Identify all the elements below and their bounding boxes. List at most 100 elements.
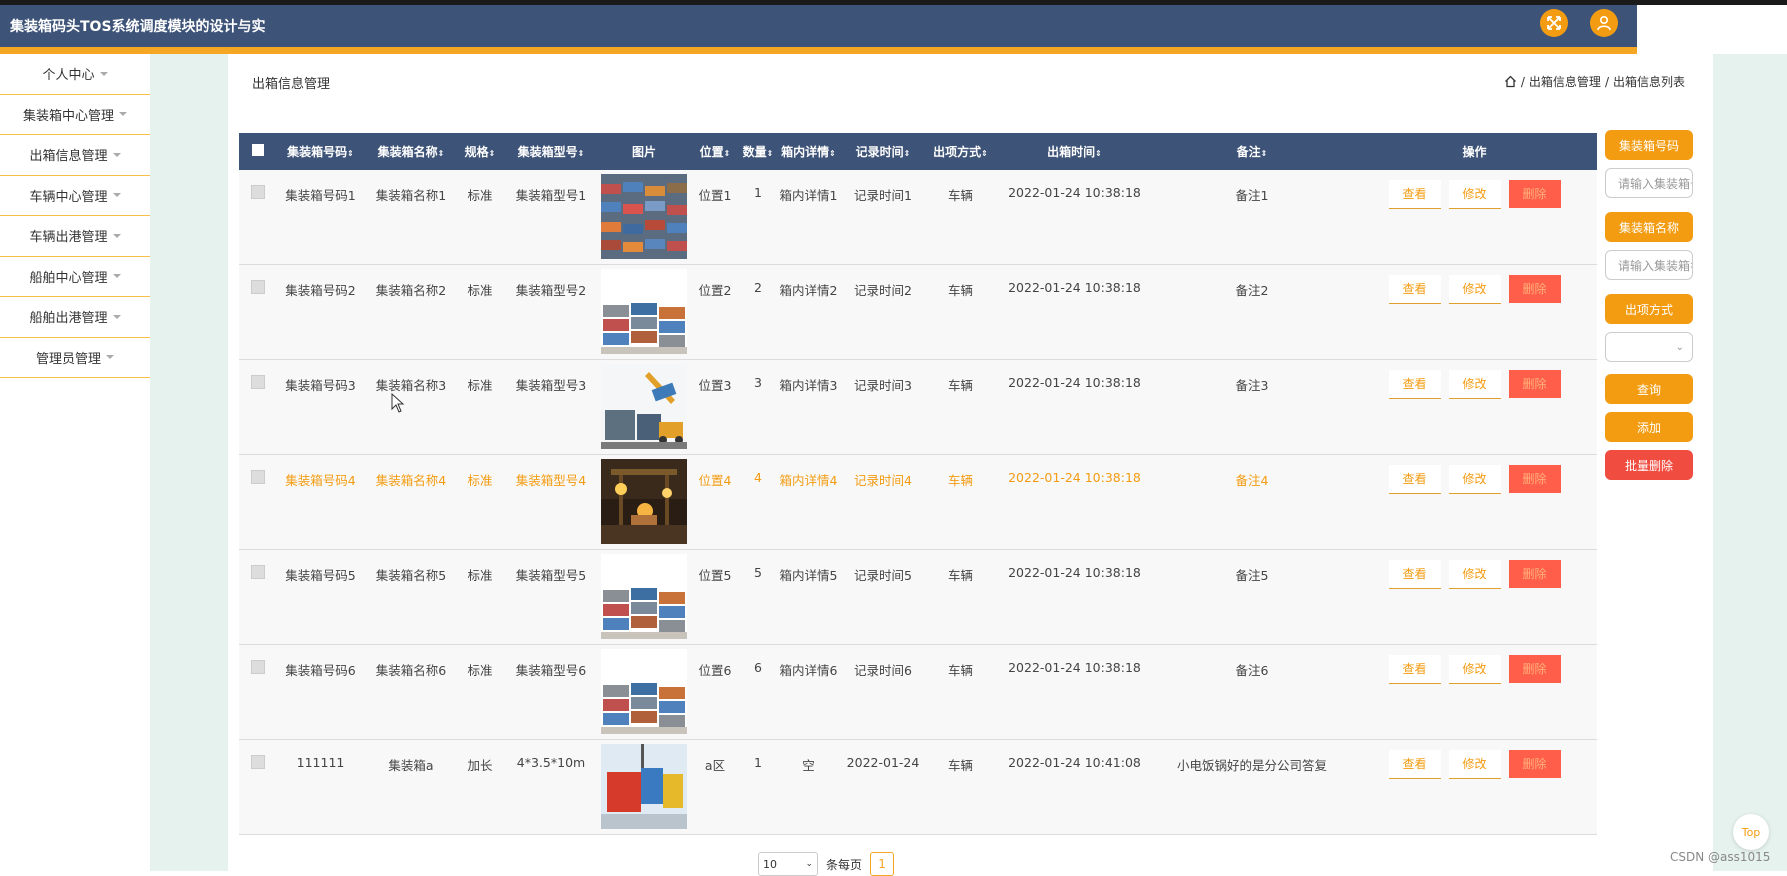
method-select[interactable]: ⌄ <box>1605 332 1693 362</box>
cell-text: a区 <box>704 758 726 773</box>
delete-button[interactable]: 删除 <box>1508 465 1561 493</box>
view-button[interactable]: 查看 <box>1388 465 1441 494</box>
cell-detail: 空 <box>775 739 842 835</box>
edit-button[interactable]: 修改 <box>1448 370 1501 399</box>
cell-out-time: 2022-01-24 10:38:18 <box>997 359 1152 455</box>
row-checkbox[interactable] <box>250 565 265 579</box>
col-header-type[interactable]: 集装箱型号⇕ <box>503 133 599 170</box>
breadcrumb-level1[interactable]: 出箱信息管理 <box>1529 73 1601 90</box>
code-filter-label: 集装箱号码 <box>1605 130 1693 160</box>
select-all-checkbox[interactable] <box>239 133 276 170</box>
delete-button[interactable]: 删除 <box>1508 655 1561 683</box>
col-header-detail[interactable]: 箱内详情⇕ <box>775 133 842 170</box>
cell-image <box>599 264 689 360</box>
page-size-select[interactable]: 10 ⌄ <box>758 852 818 876</box>
method-filter-label: 出项方式 <box>1605 294 1693 324</box>
cell-method: 车辆 <box>924 359 997 455</box>
edit-button[interactable]: 修改 <box>1448 180 1501 209</box>
cell-ops: 查看 修改 删除 <box>1352 549 1597 645</box>
mouse-cursor-icon <box>391 393 405 413</box>
batch-delete-button[interactable]: 批量删除 <box>1605 450 1693 480</box>
col-header-position[interactable]: 位置⇕ <box>689 133 741 170</box>
user-menu-button[interactable] <box>1590 9 1618 37</box>
page-number-current[interactable]: 1 <box>870 852 895 876</box>
cell-type: 集装箱型号2 <box>503 264 599 360</box>
col-header-code[interactable]: 集装箱号码⇕ <box>276 133 365 170</box>
table-row: 集装箱号码2 集装箱名称2 标准 集装箱型号2 位置2 2 箱内详情2 记录时间2 车辆 2022… <box>239 264 1597 360</box>
view-button[interactable]: 查看 <box>1388 370 1441 399</box>
cell-remark: 备注1 <box>1152 170 1352 265</box>
cell-text: 2 <box>754 280 762 295</box>
row-checkbox[interactable] <box>250 185 265 199</box>
sidebar-item-container-center[interactable]: 集装箱中心管理 <box>0 95 150 135</box>
col-header-label: 记录时间 <box>855 145 904 159</box>
row-checkbox[interactable] <box>250 660 265 674</box>
edit-button[interactable]: 修改 <box>1448 750 1501 779</box>
cell-text: 位置5 <box>698 568 732 583</box>
col-header-spec[interactable]: 规格⇕ <box>457 133 503 170</box>
name-search-input[interactable]: 请输入集装箱名称 <box>1605 250 1693 280</box>
view-button[interactable]: 查看 <box>1388 180 1441 209</box>
code-search-input[interactable]: 请输入集装箱号码 <box>1605 168 1693 198</box>
query-button[interactable]: 查询 <box>1605 374 1693 404</box>
col-header-out-time[interactable]: 出箱时间⇕ <box>997 133 1152 170</box>
col-header-record-time[interactable]: 记录时间⇕ <box>842 133 924 170</box>
cell-out-time: 2022-01-24 10:38:18 <box>997 264 1152 360</box>
sidebar-item-ship-departure[interactable]: 船舶出港管理 <box>0 297 150 338</box>
delete-button[interactable]: 删除 <box>1508 275 1561 303</box>
cell-text: 标准 <box>467 663 493 678</box>
cell-code: 111111 <box>276 739 365 835</box>
add-button[interactable]: 添加 <box>1605 412 1693 442</box>
sidebar-item-admin[interactable]: 管理员管理 <box>0 338 150 378</box>
view-button[interactable]: 查看 <box>1388 655 1441 684</box>
fullscreen-button[interactable] <box>1540 9 1568 37</box>
col-header-remark[interactable]: 备注⇕ <box>1152 133 1352 170</box>
cell-text: 车辆 <box>947 378 973 393</box>
cell-text: 箱内详情6 <box>779 663 838 678</box>
sidebar-item-outbound-info[interactable]: 出箱信息管理 <box>0 135 150 176</box>
view-button[interactable]: 查看 <box>1388 560 1441 589</box>
row-select-cell <box>239 359 276 455</box>
back-to-top-button[interactable]: Top <box>1733 814 1769 850</box>
sidebar-item-ship-center[interactable]: 船舶中心管理 <box>0 257 150 297</box>
sidebar-item-personal-center[interactable]: 个人中心 <box>0 54 150 95</box>
view-button[interactable]: 查看 <box>1388 275 1441 304</box>
table-row: 111111 集装箱a 加长 4*3.5*10m a区 1 空 2022-01-24 车辆 202… <box>239 739 1597 835</box>
row-checkbox[interactable] <box>250 280 265 294</box>
cell-position: a区 <box>689 739 741 835</box>
row-checkbox[interactable] <box>250 375 265 389</box>
col-header-quantity[interactable]: 数量⇕ <box>741 133 775 170</box>
cell-detail: 箱内详情5 <box>775 549 842 645</box>
edit-button[interactable]: 修改 <box>1448 560 1501 589</box>
delete-button[interactable]: 删除 <box>1508 180 1561 208</box>
home-icon[interactable] <box>1504 75 1517 88</box>
delete-button[interactable]: 删除 <box>1508 370 1561 398</box>
search-panel: 集装箱号码 请输入集装箱号码 集装箱名称 请输入集装箱名称 出项方式 ⌄ 查询 … <box>1605 130 1693 488</box>
cell-type: 集装箱型号1 <box>503 170 599 265</box>
breadcrumb-separator: / <box>1520 74 1525 89</box>
row-checkbox[interactable] <box>250 755 265 769</box>
view-button[interactable]: 查看 <box>1388 750 1441 779</box>
cell-text: 记录时间4 <box>854 473 912 488</box>
sidebar-item-label: 船舶出港管理 <box>29 311 108 327</box>
col-header-method[interactable]: 出项方式⇕ <box>924 133 997 170</box>
edit-button[interactable]: 修改 <box>1448 465 1501 494</box>
col-header-name[interactable]: 集装箱名称⇕ <box>365 133 457 170</box>
cell-text: 标准 <box>467 283 493 298</box>
cell-type: 集装箱型号4 <box>503 454 599 550</box>
chevron-down-icon <box>112 152 121 157</box>
sidebar-item-vehicle-center[interactable]: 车辆中心管理 <box>0 176 150 216</box>
cell-out-time: 2022-01-24 10:38:18 <box>997 454 1152 550</box>
row-checkbox[interactable] <box>250 470 265 484</box>
edit-button[interactable]: 修改 <box>1448 275 1501 304</box>
cell-text: 集装箱名称5 <box>375 568 447 583</box>
cell-text: 备注1 <box>1235 188 1269 203</box>
delete-button[interactable]: 删除 <box>1508 750 1561 778</box>
cell-text: 2022-01-24 10:38:18 <box>1008 280 1141 295</box>
col-header-label: 数量 <box>742 145 767 159</box>
sidebar-item-vehicle-departure[interactable]: 车辆出港管理 <box>0 216 150 257</box>
sidebar-item-label: 车辆出港管理 <box>29 230 108 246</box>
name-filter-label: 集装箱名称 <box>1605 212 1693 242</box>
delete-button[interactable]: 删除 <box>1508 560 1561 588</box>
edit-button[interactable]: 修改 <box>1448 655 1501 684</box>
